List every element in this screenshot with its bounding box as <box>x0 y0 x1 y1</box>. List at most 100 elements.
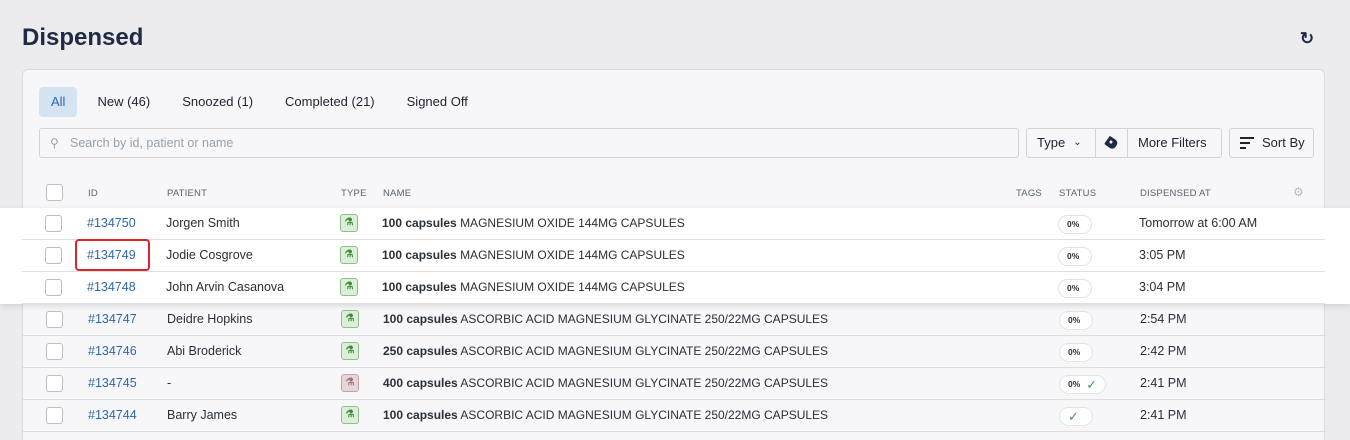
tab-new[interactable]: New (46) <box>85 87 162 117</box>
table-row[interactable]: #134749 Jodie Cosgrove ⚗ 100 capsules MAGNE… <box>22 240 1325 272</box>
row-product: ASCORBIC ACID MAGNESIUM GLYCINATE 250/22… <box>460 344 829 358</box>
row-checkbox[interactable] <box>45 279 62 296</box>
row-name: 100 capsules ASCORBIC ACID MAGNESIUM GLY… <box>383 312 828 326</box>
status-tabs: All New (46) Snoozed (1) Completed (21) … <box>39 87 488 117</box>
refresh-icon[interactable]: ↻ <box>1298 30 1316 48</box>
header-status: STATUS <box>1059 188 1097 199</box>
tab-signed-off[interactable]: Signed Off <box>395 87 480 117</box>
row-product: ASCORBIC ACID MAGNESIUM GLYCINATE 250/22… <box>460 408 829 422</box>
row-product: ASCORBIC ACID MAGNESIUM GLYCINATE 250/22… <box>460 312 829 326</box>
dispense-type-icon: ⚗ <box>341 406 359 424</box>
row-checkbox[interactable] <box>45 215 62 232</box>
table-row[interactable]: #134745 - ⚗ 400 capsules ASCORBIC ACID MAGN… <box>23 368 1326 400</box>
table-row[interactable]: #134744 Barry James ⚗ 100 capsules ASCORBIC… <box>23 400 1326 432</box>
row-checkbox[interactable] <box>46 311 63 328</box>
row-patient: John Arvin Casanova <box>166 280 285 294</box>
status-badge: 0% <box>1058 247 1092 266</box>
tab-snoozed[interactable]: Snoozed (1) <box>170 87 265 117</box>
id-highlight-box <box>75 239 150 271</box>
header-name: NAME <box>383 188 412 199</box>
table-header: ID PATIENT TYPE NAME TAGS STATUS DISPENS… <box>23 178 1326 208</box>
tab-all[interactable]: All <box>39 87 78 117</box>
status-badge: 0% ✓ <box>1059 375 1107 394</box>
row-quantity: 250 capsules <box>383 344 458 358</box>
page-title: Dispensed <box>22 24 144 51</box>
status-badge: 0% <box>1058 279 1092 298</box>
search-input[interactable] <box>70 136 970 150</box>
dispense-type-icon: ⚗ <box>340 278 358 296</box>
sort-by-label: Sort By <box>1262 135 1305 150</box>
row-product: MAGNESIUM OXIDE 144MG CAPSULES <box>460 280 685 294</box>
row-checkbox[interactable] <box>46 407 63 424</box>
header-tags: TAGS <box>1016 188 1042 199</box>
tag-filter-button[interactable] <box>1096 128 1128 158</box>
chevron-down-icon: ⌄ <box>1073 137 1082 148</box>
row-dispensed-at: 3:05 PM <box>1139 248 1186 262</box>
row-product: ASCORBIC ACID MAGNESIUM GLYCINATE 250/22… <box>460 376 829 390</box>
gear-icon[interactable]: ⚙ <box>1293 185 1304 199</box>
table-row[interactable]: #134750 Jorgen Smith ⚗ 100 capsules MAGNESI… <box>22 208 1325 240</box>
row-id-link[interactable]: #134746 <box>88 344 137 358</box>
row-id-link[interactable]: #134744 <box>88 408 137 422</box>
page-header: Dispensed ↻ <box>0 0 1350 70</box>
row-checkbox[interactable] <box>45 247 62 264</box>
table-row[interactable]: #134746 Abi Broderick ⚗ 250 capsules ASCORB… <box>23 336 1326 368</box>
row-patient: Abi Broderick <box>167 344 242 358</box>
status-percent: 0% <box>1068 347 1081 357</box>
row-quantity: 100 capsules <box>382 216 457 230</box>
row-id-link[interactable]: #134750 <box>87 216 136 230</box>
dispense-type-icon: ⚗ <box>341 374 359 392</box>
tab-completed[interactable]: Completed (21) <box>273 87 387 117</box>
row-patient: Deidre Hopkins <box>167 312 253 326</box>
row-id-link[interactable]: #134745 <box>88 376 137 390</box>
row-quantity: 100 capsules <box>382 280 457 294</box>
tag-icon <box>1104 135 1119 151</box>
status-percent: 0% <box>1067 219 1080 229</box>
dispense-type-icon: ⚗ <box>341 342 359 360</box>
select-all-checkbox[interactable] <box>46 184 63 201</box>
row-id-link[interactable]: #134748 <box>87 280 136 294</box>
table-row[interactable]: #134748 John Arvin Casanova ⚗ 100 capsules … <box>22 272 1325 304</box>
more-filters-button[interactable]: More Filters <box>1128 128 1222 158</box>
row-quantity: 100 capsules <box>383 312 458 326</box>
dispense-type-icon: ⚗ <box>341 310 359 328</box>
table-row[interactable]: #134747 Deidre Hopkins ⚗ 100 capsules ASCOR… <box>23 304 1326 336</box>
row-product: MAGNESIUM OXIDE 144MG CAPSULES <box>460 216 685 230</box>
row-dispensed-at: 2:41 PM <box>1140 376 1187 390</box>
sort-icon <box>1240 137 1254 149</box>
search-box[interactable]: ⚲ <box>39 128 1019 158</box>
row-quantity: 400 capsules <box>383 376 458 390</box>
dispense-type-icon: ⚗ <box>340 246 358 264</box>
status-badge: 0% <box>1059 311 1093 330</box>
check-icon: ✓ <box>1068 409 1079 424</box>
filter-tools: Type ⌄ More Filters Sort By <box>1026 128 1314 158</box>
row-patient: Jorgen Smith <box>166 216 240 230</box>
row-checkbox[interactable] <box>46 343 63 360</box>
header-id: ID <box>88 188 98 199</box>
status-percent: 0% <box>1067 251 1080 261</box>
status-badge: ✓ <box>1059 407 1093 426</box>
type-filter-label: Type <box>1037 135 1066 150</box>
row-name: 100 capsules MAGNESIUM OXIDE 144MG CAPSU… <box>382 248 685 262</box>
status-percent: 0% <box>1068 315 1081 325</box>
header-type: TYPE <box>341 188 367 199</box>
row-name: 100 capsules MAGNESIUM OXIDE 144MG CAPSU… <box>382 216 685 230</box>
row-checkbox[interactable] <box>46 375 63 392</box>
status-badge: 0% <box>1058 215 1092 234</box>
type-filter-button[interactable]: Type ⌄ <box>1026 128 1096 158</box>
search-filter-row: ⚲ Type ⌄ More Filters Sort By <box>39 128 1314 158</box>
row-dispensed-at: 2:41 PM <box>1140 408 1187 422</box>
row-name: 400 capsules ASCORBIC ACID MAGNESIUM GLY… <box>383 376 828 390</box>
row-dispensed-at: 2:54 PM <box>1140 312 1187 326</box>
header-dispensed-at: DISPENSED AT <box>1140 188 1211 199</box>
row-dispensed-at: Tomorrow at 6:00 AM <box>1139 216 1258 230</box>
sort-by-button[interactable]: Sort By <box>1229 128 1314 158</box>
dispense-type-icon: ⚗ <box>340 214 358 232</box>
row-id-link[interactable]: #134747 <box>88 312 137 326</box>
row-patient: Barry James <box>167 408 238 422</box>
check-icon: ✓ <box>1086 377 1098 392</box>
status-percent: 0% <box>1068 379 1081 389</box>
row-quantity: 100 capsules <box>382 248 457 262</box>
status-badge: 0% <box>1059 343 1093 362</box>
row-name: 100 capsules ASCORBIC ACID MAGNESIUM GLY… <box>383 408 828 422</box>
